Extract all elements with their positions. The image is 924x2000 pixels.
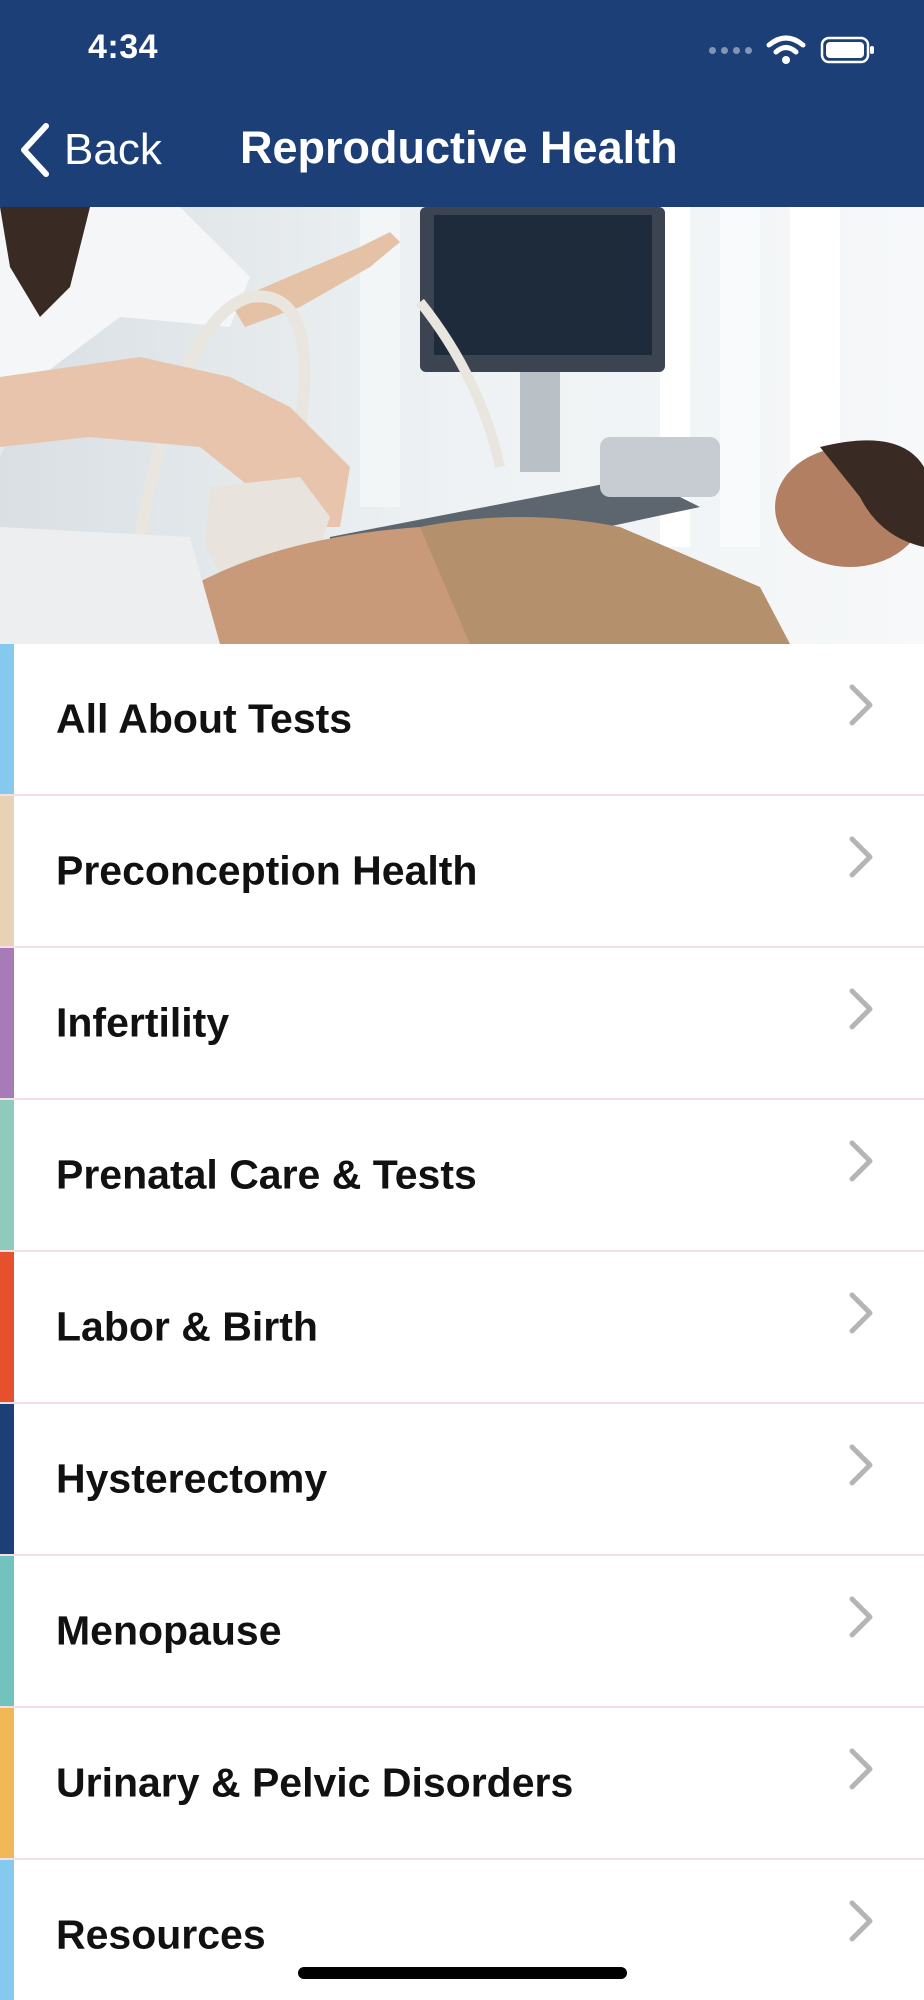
chevron-right-icon — [849, 1444, 873, 1486]
color-bar — [0, 948, 14, 1098]
chevron-right-icon — [849, 1596, 873, 1638]
list-item-label: Menopause — [56, 1607, 282, 1654]
list-item-menopause[interactable]: Menopause — [0, 1556, 924, 1708]
list-item-label: Resources — [56, 1911, 266, 1958]
list-item-all-about-tests[interactable]: All About Tests — [0, 644, 924, 796]
chevron-right-icon — [849, 1292, 873, 1334]
wifi-icon — [766, 35, 806, 64]
navigation-bar: 4:34 Back Reproductive Health — [0, 0, 924, 207]
color-bar — [0, 1252, 14, 1402]
color-bar — [0, 644, 14, 794]
ultrasound-exam-illustration — [0, 207, 924, 644]
battery-icon — [820, 36, 874, 64]
list-item-label: Infertility — [56, 999, 230, 1046]
list-item-prenatal-care-tests[interactable]: Prenatal Care & Tests — [0, 1100, 924, 1252]
list-item-infertility[interactable]: Infertility — [0, 948, 924, 1100]
list-item-label: Prenatal Care & Tests — [56, 1151, 477, 1198]
back-button[interactable]: Back — [18, 118, 162, 182]
list-item-label: Preconception Health — [56, 847, 478, 894]
list-item-urinary-pelvic-disorders[interactable]: Urinary & Pelvic Disorders — [0, 1708, 924, 1860]
list-item-label: Labor & Birth — [56, 1303, 318, 1350]
hero-image — [0, 207, 924, 644]
status-icons — [709, 32, 876, 68]
list-item-resources[interactable]: Resources — [0, 1860, 924, 2000]
home-indicator[interactable] — [298, 1967, 627, 1979]
color-bar — [0, 1860, 14, 2000]
color-bar — [0, 1404, 14, 1554]
list-item-label: Hysterectomy — [56, 1455, 328, 1502]
chevron-right-icon — [849, 1748, 873, 1790]
cellular-signal-icon — [709, 46, 752, 54]
chevron-right-icon — [849, 988, 873, 1030]
color-bar — [0, 1708, 14, 1858]
chevron-right-icon — [849, 684, 873, 726]
chevron-right-icon — [849, 1140, 873, 1182]
list-item-label: Urinary & Pelvic Disorders — [56, 1759, 574, 1806]
color-bar — [0, 1556, 14, 1706]
chevron-left-icon — [21, 123, 49, 177]
status-time: 4:34 — [88, 28, 159, 66]
color-bar — [0, 1100, 14, 1250]
page-title: Reproductive Health — [240, 122, 678, 173]
list-item-labor-birth[interactable]: Labor & Birth — [0, 1252, 924, 1404]
chevron-right-icon — [849, 1900, 873, 1942]
color-bar — [0, 796, 14, 946]
list-item-preconception-health[interactable]: Preconception Health — [0, 796, 924, 948]
list-item-label: All About Tests — [56, 695, 353, 742]
list-item-hysterectomy[interactable]: Hysterectomy — [0, 1404, 924, 1556]
chevron-right-icon — [849, 836, 873, 878]
back-label: Back — [64, 125, 162, 174]
topic-list: All About Tests Preconception Health Inf… — [0, 644, 924, 2000]
